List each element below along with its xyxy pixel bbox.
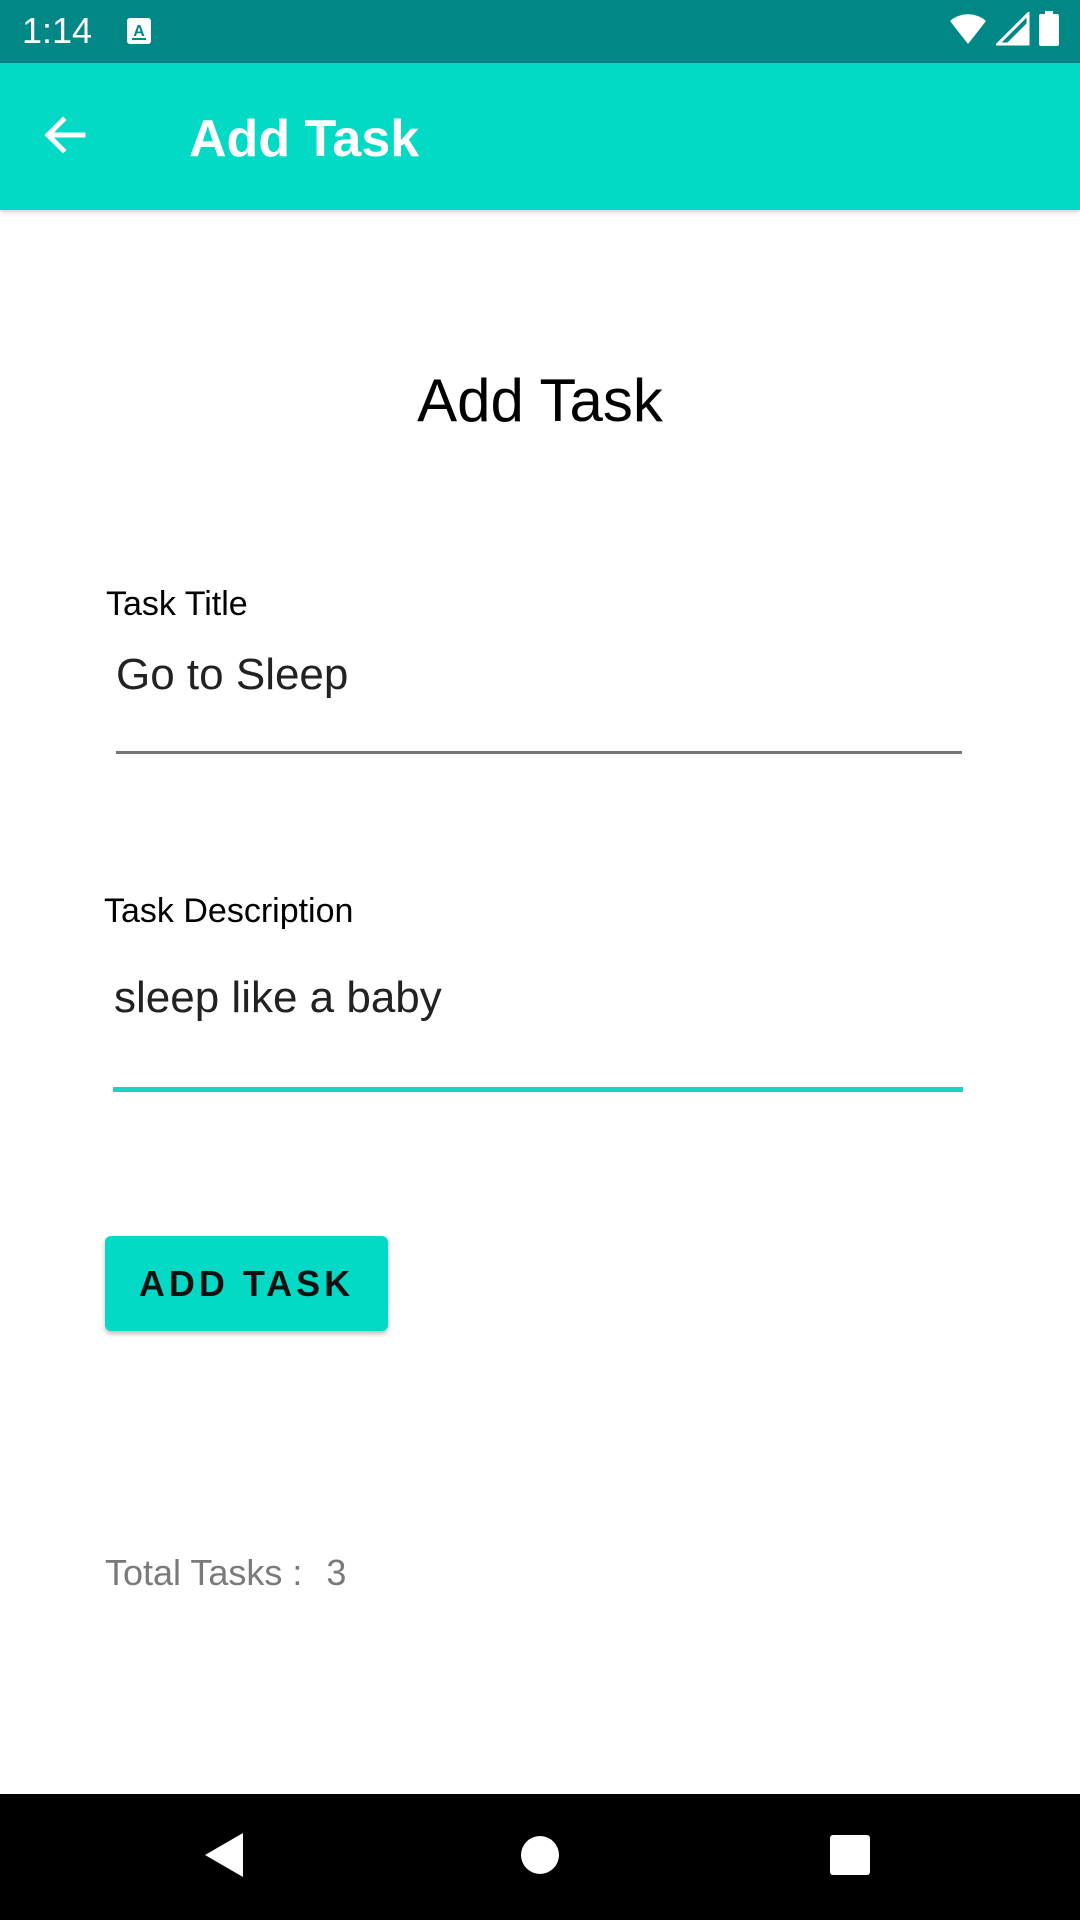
status-bar: 1:14 A: [0, 0, 1080, 63]
nav-home-button[interactable]: [507, 1824, 573, 1890]
app-bar: Add Task: [0, 63, 1080, 210]
recents-square-icon: [830, 1834, 870, 1880]
back-triangle-icon: [203, 1831, 247, 1884]
task-description-input[interactable]: [114, 970, 960, 1026]
task-title-input[interactable]: [116, 647, 960, 703]
task-description-underline: [113, 1087, 963, 1092]
total-tasks-summary: Total Tasks : 3: [105, 1551, 346, 1595]
wifi-icon: [948, 12, 988, 51]
task-description-label: Task Description: [104, 892, 354, 930]
battery-icon: [1038, 10, 1060, 52]
back-button[interactable]: [30, 102, 100, 172]
add-task-screen: 1:14 A Add Task Add Task Task Title Go t…: [0, 0, 1080, 1920]
total-tasks-count: 3: [326, 1552, 347, 1593]
app-bar-title: Add Task: [189, 110, 420, 168]
total-tasks-label: Total Tasks :: [105, 1552, 303, 1593]
svg-text:A: A: [133, 23, 145, 40]
system-nav-bar: [0, 1794, 1080, 1920]
nav-back-button[interactable]: [192, 1824, 258, 1890]
page-heading: Add Task: [417, 367, 663, 434]
task-title-label: Task Title: [106, 585, 248, 623]
cell-signal-icon: [994, 9, 1030, 51]
task-title-underline: [116, 751, 962, 754]
home-circle-icon: [519, 1834, 561, 1881]
arrow-back-icon: [41, 111, 89, 164]
a-notification-icon: A: [126, 17, 152, 45]
add-task-button[interactable]: ADD TASK: [105, 1236, 388, 1331]
status-time: 1:14: [22, 10, 93, 51]
nav-recents-button[interactable]: [817, 1824, 883, 1890]
status-icons: [948, 9, 1060, 52]
